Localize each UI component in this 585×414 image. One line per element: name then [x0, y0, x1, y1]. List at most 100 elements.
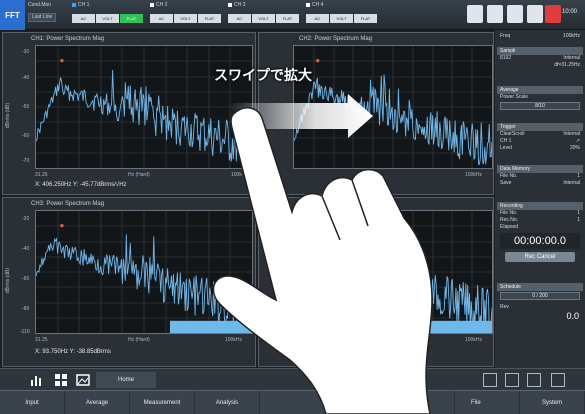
- settings-sidebar: Freq 100kHz Sampli 8192 Internal df=31.25H…: [495, 30, 585, 370]
- freq-section[interactable]: Freq 100kHz: [497, 33, 583, 40]
- last-line-button[interactable]: Last Line: [28, 13, 57, 22]
- channel-tag: FLAT: [354, 14, 377, 23]
- fft-mode-button[interactable]: FFT: [0, 0, 25, 30]
- elapsed-time: 00:00:00.0: [500, 233, 580, 249]
- play-icon[interactable]: [483, 373, 497, 387]
- rec-cancel-button[interactable]: Rec Cancel: [505, 252, 575, 262]
- menu-file[interactable]: File: [455, 391, 520, 414]
- setting-label: Save: [500, 180, 512, 186]
- setting-value: ↗: [575, 138, 580, 144]
- x-start-label: 31.25: [35, 337, 48, 343]
- menu-system[interactable]: System: [520, 391, 585, 414]
- recording-section[interactable]: Recording File No. 1 Rec.No. 1 Elapsed 00:…: [497, 202, 583, 265]
- menu-input[interactable]: Input: [0, 391, 65, 414]
- sampling-section[interactable]: Sampli 8192 Internal df=31.25Hz: [497, 47, 583, 69]
- channel-tag: FLAT: [198, 14, 221, 23]
- y-tick: -70: [22, 158, 30, 164]
- spectrum-plot: [294, 211, 492, 333]
- save-icon[interactable]: [507, 5, 523, 23]
- plot-area[interactable]: [293, 210, 493, 334]
- channel-2-status[interactable]: CH 2 AC VOLT FLAT: [150, 2, 222, 28]
- top-bar: FFT Cond.Mon Last Line CH 1 AC VOLT FLAT…: [0, 0, 585, 30]
- x-start-label: 31.25: [35, 172, 48, 178]
- y-tick: -60: [22, 276, 30, 282]
- menu-average[interactable]: Average: [65, 391, 130, 414]
- touch-lock-icon[interactable]: [467, 5, 483, 23]
- menu-item-7[interactable]: [405, 391, 455, 414]
- x-end-label: 100k: [231, 172, 242, 178]
- peak-marker: [316, 59, 320, 63]
- menu-measurement[interactable]: Measurement: [130, 391, 195, 414]
- channel-name: CH 2: [156, 2, 168, 8]
- channel-tag: FLAT: [276, 14, 299, 23]
- network-icon[interactable]: [527, 5, 543, 23]
- channel-color-icon: [228, 2, 232, 7]
- setting-value: 1: [577, 173, 580, 179]
- rev-value: 0.0: [566, 311, 579, 321]
- grid-layout-icon[interactable]: [54, 373, 68, 387]
- schedule-box[interactable]: 0 / 200: [500, 292, 580, 300]
- y-tick: -30: [22, 49, 30, 55]
- channel-3-status[interactable]: CH 3 AC VOLT FLAT: [228, 2, 300, 28]
- trigger-section[interactable]: Trigger ClearScroll Internal CH 1 ↗ Level 2…: [497, 123, 583, 152]
- cond-monitor[interactable]: Cond.Mon Last Line: [28, 2, 68, 28]
- y-tick: -50: [22, 104, 30, 110]
- setting-label: File No.: [500, 210, 518, 216]
- channel-1-status[interactable]: CH 1 AC VOLT FLAT: [72, 2, 144, 28]
- cursor-readout: X: 400.0: [299, 349, 322, 355]
- arrow-icon[interactable]: [527, 373, 541, 387]
- channel-tag: VOLT: [252, 14, 275, 23]
- graph-panel-3[interactable]: CH3: Power Spectrum Mag dBrms (dB) -20 -…: [2, 197, 256, 367]
- section-header: Trigger: [497, 123, 583, 131]
- graph-y-label: dBrms (dB): [5, 103, 11, 129]
- x-axis-label: Hz (Hard): [128, 337, 150, 343]
- setting-label: Level: [500, 145, 512, 151]
- schedule-section[interactable]: Schedule 0 / 200 Rev 0.0: [497, 283, 583, 321]
- graph-panel-1[interactable]: CH1: Power Spectrum Mag dBrms (dB) -30 -…: [2, 32, 256, 195]
- menu-item-6[interactable]: [340, 391, 405, 414]
- clock: 10:00: [562, 9, 578, 15]
- graph-title: CH1: Power Spectrum Mag: [31, 36, 105, 42]
- channel-4-status[interactable]: CH 4 AC VOLT FLAT: [306, 2, 378, 28]
- y-tick: -60: [22, 133, 30, 139]
- menu-display[interactable]: Display: [260, 391, 342, 414]
- channel-tag: VOLT: [330, 14, 353, 23]
- graph-panel-2[interactable]: CH2: Power Spectrum Mag 100kHz: [258, 32, 494, 195]
- setting-value: df=31.25Hz: [554, 62, 580, 68]
- channel-name: CH 4: [312, 2, 324, 8]
- plot-area[interactable]: [35, 210, 253, 334]
- menu-analysis[interactable]: Analysis: [195, 391, 260, 414]
- setting-value: Internal: [563, 180, 580, 186]
- waveform-icon[interactable]: [487, 5, 503, 23]
- setting-label: Rec.No.: [500, 217, 519, 223]
- graph-title: CH3: Power Spectrum Mag: [31, 201, 105, 207]
- menu-icon[interactable]: [551, 373, 565, 387]
- image-icon[interactable]: [76, 373, 90, 387]
- home-tab[interactable]: Home: [96, 372, 156, 388]
- spectrum-plot: [36, 211, 252, 333]
- plot-area[interactable]: [293, 45, 493, 169]
- average-count-box[interactable]: 8/10: [500, 102, 580, 110]
- channel-tag: AC: [150, 14, 173, 23]
- bottom-toolbar: Home: [0, 368, 585, 390]
- channel-tag: AC: [228, 14, 251, 23]
- average-section[interactable]: Average Power Scale 8/10: [497, 86, 583, 111]
- data-memory-section[interactable]: Data Memory File No. 1 Save Internal: [497, 165, 583, 187]
- graph-panel-4[interactable]: dBrms 100kHz X: 400.0: [258, 197, 494, 367]
- spectrum-plot: [294, 46, 492, 168]
- channel-name: CH 1: [78, 2, 90, 8]
- noise-floor-band: [416, 320, 492, 333]
- channel-tag: AC: [306, 14, 329, 23]
- record-icon[interactable]: [545, 5, 561, 23]
- channel-color-icon: [306, 2, 310, 7]
- setting-label: 8192: [500, 55, 512, 61]
- bar-chart-icon[interactable]: [30, 373, 44, 387]
- y-tick: -40: [22, 246, 30, 252]
- plot-area[interactable]: [35, 45, 253, 169]
- y-tick: -20: [22, 216, 30, 222]
- y-tick: -110: [20, 329, 30, 335]
- channel-tag: AC: [72, 14, 95, 23]
- cond-label: Cond.Mon: [28, 2, 52, 8]
- list-icon[interactable]: [505, 373, 519, 387]
- section-header: Schedule: [497, 283, 583, 291]
